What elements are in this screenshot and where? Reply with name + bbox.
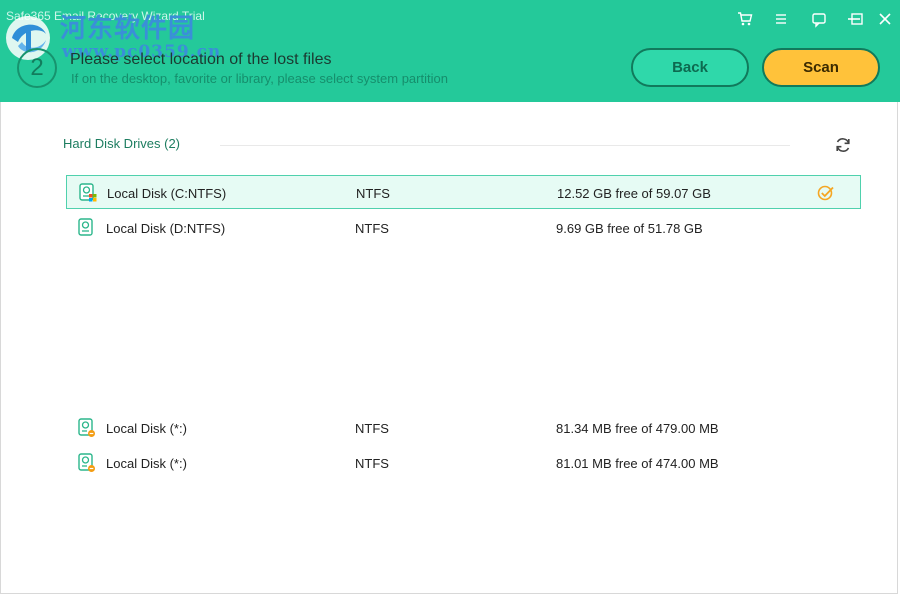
feedback-icon[interactable] <box>810 10 828 28</box>
drive-name: Local Disk (D:NTFS) <box>106 221 226 236</box>
cart-icon[interactable] <box>736 10 754 28</box>
scan-button[interactable]: Scan <box>762 48 880 87</box>
drive-row[interactable]: Local Disk (D:NTFS) NTFS 9.69 GB free of… <box>66 211 861 245</box>
drive-name: Local Disk (*:) <box>106 421 187 436</box>
menu-icon[interactable] <box>772 10 790 28</box>
hidden-drive-icon <box>78 418 95 437</box>
hidden-drive-icon <box>78 453 95 472</box>
step-subtitle: If on the desktop, favorite or library, … <box>71 71 448 86</box>
refresh-icon[interactable] <box>833 135 853 155</box>
close-icon[interactable] <box>876 10 894 28</box>
back-button[interactable]: Back <box>631 48 749 87</box>
drive-filesystem: NTFS <box>355 456 389 471</box>
windows-drive-icon <box>79 183 97 202</box>
drive-space: 12.52 GB free of 59.07 GB <box>557 186 711 201</box>
drive-space: 9.69 GB free of 51.78 GB <box>556 221 703 236</box>
drive-name: Local Disk (C:NTFS) <box>107 186 227 201</box>
maximize-icon[interactable] <box>848 10 866 28</box>
drive-row[interactable]: Local Disk (C:NTFS) NTFS 12.52 GB free o… <box>66 175 861 209</box>
step-indicator: 2 <box>17 48 57 88</box>
section-divider <box>220 145 790 146</box>
check-icon <box>817 185 834 201</box>
drive-space: 81.01 MB free of 474.00 MB <box>556 456 719 471</box>
drive-filesystem: NTFS <box>355 421 389 436</box>
drive-row[interactable]: Local Disk (*:) NTFS 81.01 MB free of 47… <box>66 446 861 480</box>
header-bar: Safe365 Email Recovery Wizard Trial 河东软件… <box>0 0 900 102</box>
watermark-text: 河东软件园 <box>60 14 196 44</box>
drive-row[interactable]: Local Disk (*:) NTFS 81.34 MB free of 47… <box>66 411 861 445</box>
section-title: Hard Disk Drives (2) <box>63 136 181 151</box>
drive-name: Local Disk (*:) <box>106 456 187 471</box>
drive-icon <box>78 218 93 236</box>
drive-filesystem: NTFS <box>355 221 389 236</box>
drive-filesystem: NTFS <box>356 186 390 201</box>
drive-space: 81.34 MB free of 479.00 MB <box>556 421 719 436</box>
step-title: Please select location of the lost files <box>70 51 332 68</box>
